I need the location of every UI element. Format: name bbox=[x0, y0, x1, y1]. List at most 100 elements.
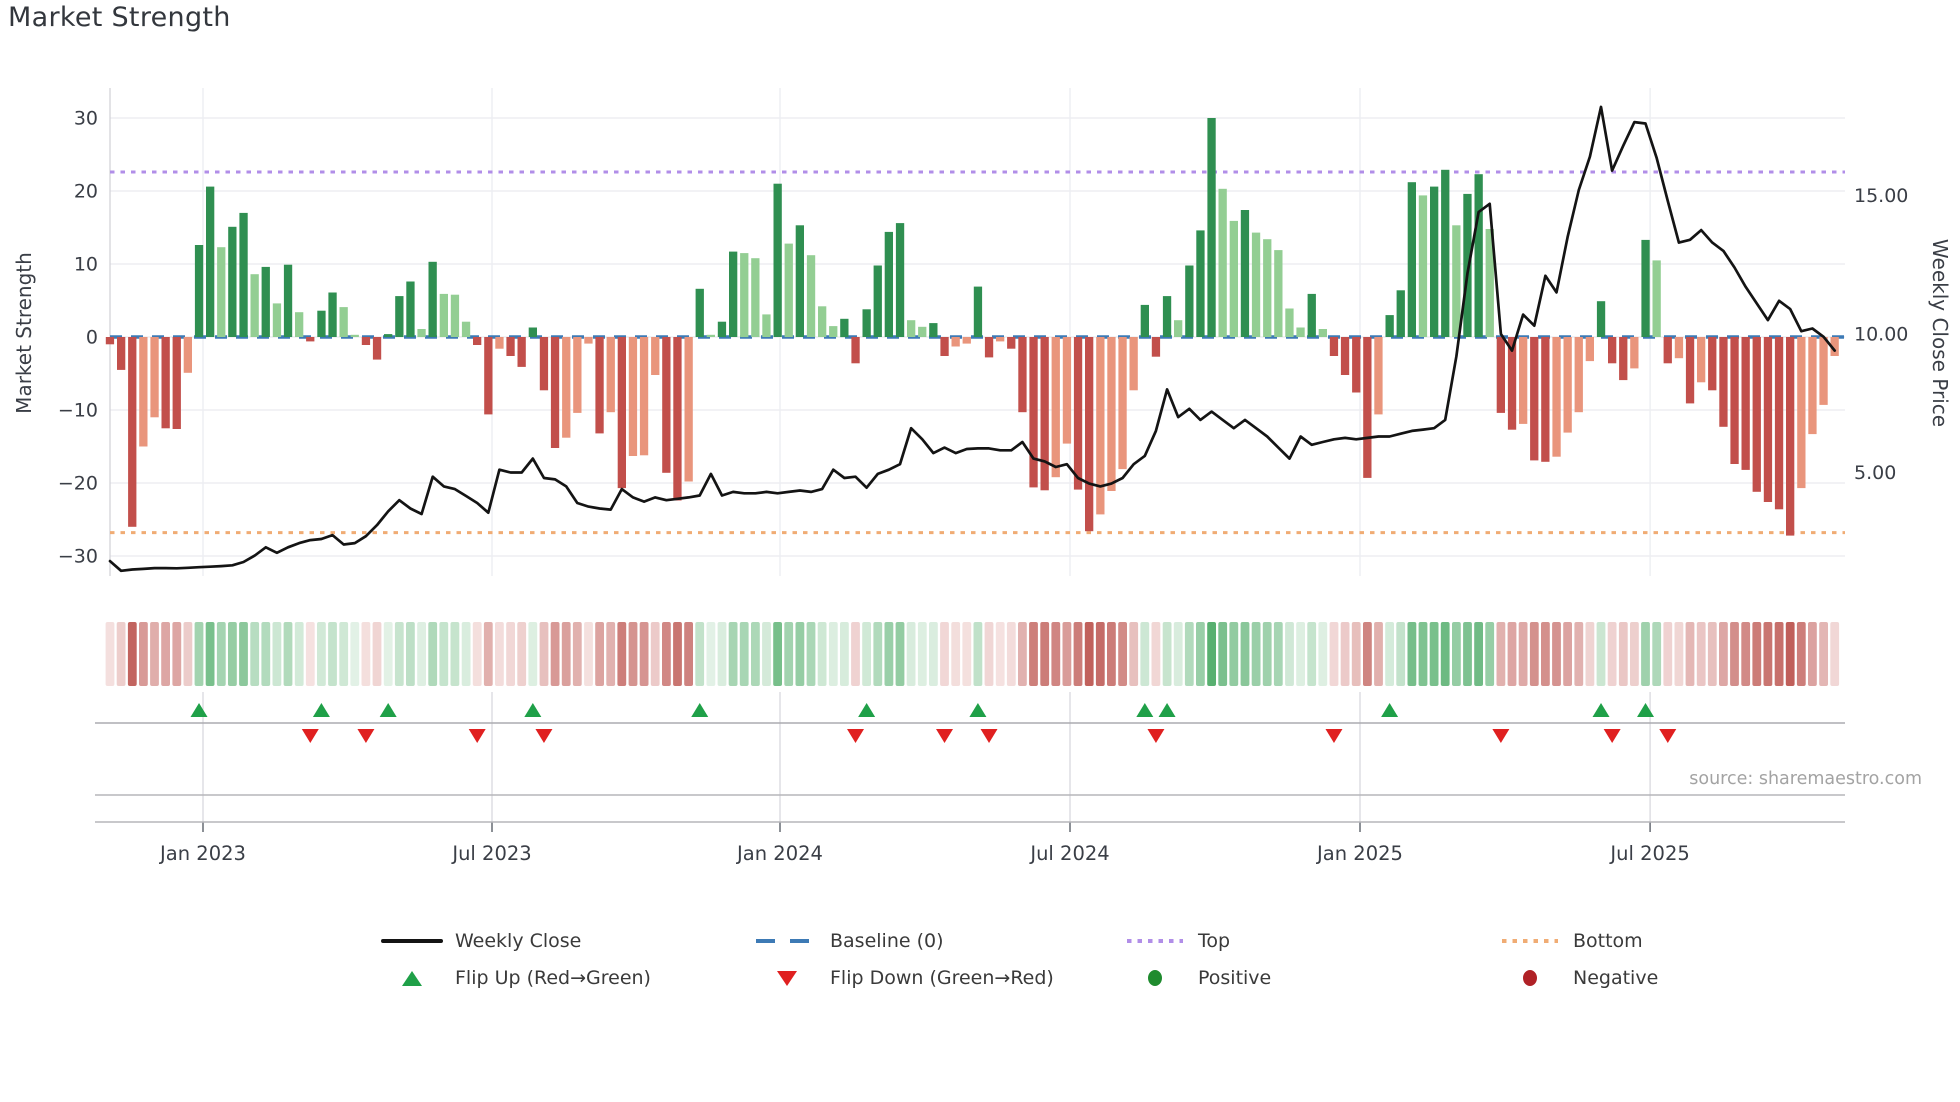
strength-bar bbox=[1240, 210, 1250, 337]
heatmap-cell bbox=[1730, 622, 1739, 686]
heatmap-cell bbox=[929, 622, 938, 686]
top-dots-icon bbox=[1124, 932, 1186, 950]
strength-bar bbox=[350, 334, 359, 337]
legend-label: Bottom bbox=[1573, 930, 1643, 952]
strength-bar bbox=[1385, 315, 1394, 337]
strength-bar bbox=[1285, 308, 1294, 337]
heatmap-cell bbox=[706, 622, 716, 686]
strength-bar bbox=[1107, 337, 1116, 491]
strength-bar bbox=[1552, 337, 1561, 457]
heatmap-cell bbox=[216, 622, 226, 686]
heatmap-cell bbox=[1363, 622, 1372, 686]
heatmap-cell bbox=[1496, 622, 1506, 686]
heatmap-cell bbox=[628, 622, 638, 686]
flip-down-marker bbox=[357, 729, 375, 743]
heatmap-cell bbox=[317, 622, 326, 686]
heatmap-cell bbox=[762, 622, 771, 686]
legend-label: Baseline (0) bbox=[830, 930, 944, 952]
heatmap-cell bbox=[1073, 622, 1083, 686]
heatmap-cell bbox=[851, 622, 860, 686]
strength-bar bbox=[907, 320, 916, 337]
heatmap-cell bbox=[1162, 622, 1172, 686]
strength-bar bbox=[1329, 337, 1339, 356]
y-left-tick: 20 bbox=[74, 181, 98, 203]
flip-up-marker bbox=[969, 703, 987, 717]
heatmap-cell bbox=[684, 622, 693, 686]
strength-bar bbox=[651, 337, 660, 375]
strength-bar bbox=[1151, 337, 1161, 357]
heatmap-cell bbox=[1396, 622, 1406, 686]
heatmap-cell bbox=[1741, 622, 1751, 686]
heatmap-cell bbox=[372, 622, 382, 686]
strength-bar bbox=[1374, 337, 1383, 415]
heatmap-cell bbox=[483, 622, 493, 686]
heatmap-cell bbox=[1084, 622, 1094, 686]
heatmap-cell bbox=[673, 622, 682, 686]
heatmap-cell bbox=[962, 622, 972, 686]
heatmap-cell bbox=[639, 622, 649, 686]
heatmap-cell bbox=[1663, 622, 1673, 686]
legend-label: Top bbox=[1198, 930, 1231, 952]
heatmap-cell bbox=[406, 622, 415, 686]
strength-bar bbox=[1407, 182, 1416, 337]
strength-chart: 30 20 10 0 −10 −20 −30 15.00 10.00 5.00 Jan 2023 Ju… bbox=[58, 88, 1908, 865]
strength-bar bbox=[128, 337, 137, 527]
flip-up-marker bbox=[312, 703, 330, 717]
heatmap-cell bbox=[294, 622, 304, 686]
heatmap-cell bbox=[973, 622, 983, 686]
strength-bar bbox=[406, 281, 415, 337]
strength-bar bbox=[1730, 337, 1739, 464]
heatmap-cell bbox=[917, 622, 927, 686]
flip-up-marker bbox=[190, 703, 208, 717]
strength-bar bbox=[139, 337, 148, 447]
strength-bar bbox=[1051, 337, 1060, 478]
strength-bar bbox=[317, 310, 326, 337]
strength-bar bbox=[1085, 337, 1094, 532]
heatmap-cell bbox=[1518, 622, 1528, 686]
flip-down-marker bbox=[1147, 729, 1165, 743]
strength-bar bbox=[862, 309, 871, 337]
y-axis-label-right: Weekly Close Price bbox=[1928, 238, 1952, 428]
heatmap-cell bbox=[1173, 622, 1183, 686]
strength-bar bbox=[1307, 293, 1316, 337]
heatmap-cell bbox=[1229, 622, 1239, 686]
strength-bar bbox=[1674, 337, 1684, 359]
heatmap-cell bbox=[1407, 622, 1417, 686]
strength-bar bbox=[206, 186, 215, 337]
heatmap-cell bbox=[1218, 622, 1228, 686]
heatmap-cell bbox=[773, 622, 782, 686]
heatmap-cell bbox=[194, 622, 204, 686]
strength-bar bbox=[1396, 290, 1405, 337]
strength-bar bbox=[617, 337, 626, 489]
heatmap-cell bbox=[528, 622, 538, 686]
heatmap-cell bbox=[1184, 622, 1194, 686]
heatmap-cell bbox=[940, 622, 949, 686]
strength-bar bbox=[717, 321, 727, 337]
heatmap-cell bbox=[1541, 622, 1550, 686]
heatmap-cell bbox=[1819, 622, 1828, 686]
heatmap-cell bbox=[828, 622, 838, 686]
strength-bar bbox=[1608, 337, 1617, 364]
x-tick: Jul 2023 bbox=[450, 842, 531, 865]
strength-bar bbox=[973, 286, 983, 337]
flip-down-triangle-icon bbox=[756, 969, 818, 987]
strength-bar bbox=[1719, 337, 1728, 427]
strength-bar bbox=[1463, 193, 1472, 337]
legend-label: Negative bbox=[1573, 967, 1659, 989]
strength-bar bbox=[194, 245, 204, 337]
flip-up-marker bbox=[524, 703, 542, 717]
strength-bar bbox=[295, 312, 304, 337]
heatmap-cell bbox=[539, 622, 549, 686]
heatmap-cell bbox=[1062, 622, 1072, 686]
strength-bar bbox=[584, 337, 593, 344]
strength-bar bbox=[528, 327, 537, 337]
heatmap-cell bbox=[806, 622, 816, 686]
strength-bar bbox=[1441, 169, 1450, 337]
strength-bar bbox=[818, 306, 827, 337]
heatmap-cell bbox=[1719, 622, 1728, 686]
heatmap-cell bbox=[1240, 622, 1250, 686]
flip-down-marker bbox=[980, 729, 998, 743]
strength-bar bbox=[829, 326, 838, 337]
flip-down-marker bbox=[535, 729, 553, 743]
heatmap-cell bbox=[461, 622, 471, 686]
